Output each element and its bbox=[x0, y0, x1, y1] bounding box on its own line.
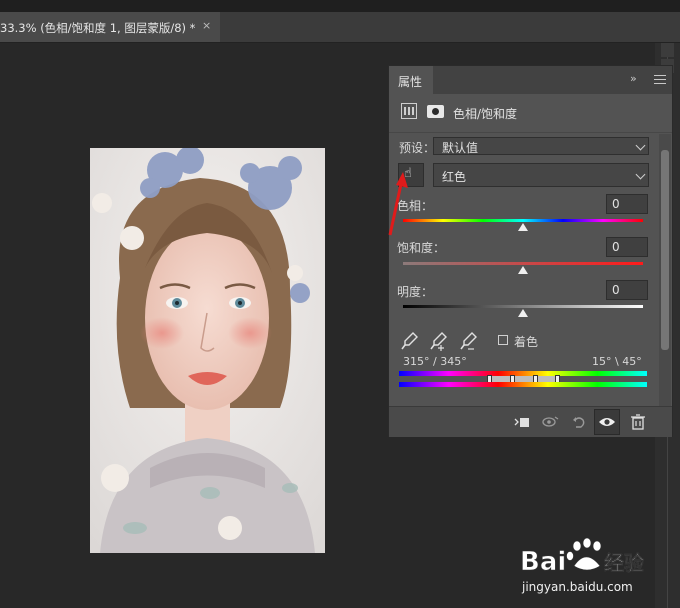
panel-scrollbar[interactable] bbox=[659, 134, 671, 406]
colorize-label: 着色 bbox=[514, 335, 539, 349]
paw-icon bbox=[566, 537, 602, 571]
saturation-input[interactable]: 0 bbox=[606, 237, 648, 257]
visibility-toggle[interactable] bbox=[594, 409, 620, 435]
lightness-slider-track[interactable] bbox=[403, 305, 643, 308]
eyedropper-icon[interactable] bbox=[401, 331, 419, 351]
watermark-brand: Bai bbox=[520, 547, 566, 577]
adjustment-layer-icon[interactable] bbox=[401, 103, 417, 119]
collapse-panel-icon[interactable]: » bbox=[630, 72, 637, 85]
hue-label: 色相： bbox=[397, 199, 434, 213]
portrait-photo bbox=[90, 148, 325, 553]
document-tab[interactable]: 33.3% (色相/饱和度 1, 图层蒙版/8) * × bbox=[0, 12, 220, 42]
adjustment-header: 色相/饱和度 bbox=[389, 94, 672, 133]
visibility-eye-icon bbox=[599, 418, 615, 426]
reset-icon[interactable] bbox=[570, 413, 588, 431]
panel-menu-icon[interactable] bbox=[654, 75, 666, 87]
color-range-bar-bottom bbox=[399, 382, 647, 387]
hue-value: 0 bbox=[612, 197, 620, 211]
properties-panel: 属性 » 色相/饱和度 预设： 默认值 ☝ 红色 色相： 0 饱和度： 0 明度… bbox=[388, 65, 673, 437]
lightness-input[interactable]: 0 bbox=[606, 280, 648, 300]
colorize-checkbox[interactable] bbox=[498, 335, 508, 345]
saturation-label: 饱和度： bbox=[397, 241, 446, 255]
chevron-down-icon bbox=[635, 140, 646, 151]
targeted-adjustment-tool[interactable]: ☝ bbox=[398, 163, 424, 187]
scroll-button-top[interactable] bbox=[661, 43, 674, 57]
close-icon[interactable]: × bbox=[202, 19, 211, 32]
chevron-down-icon bbox=[635, 169, 646, 180]
saturation-slider-track[interactable] bbox=[403, 262, 643, 265]
document-image bbox=[90, 148, 325, 553]
watermark-url: jingyan.baidu.com bbox=[522, 580, 633, 594]
lightness-label: 明度： bbox=[397, 285, 434, 299]
hand-icon: ☝ bbox=[404, 166, 412, 181]
lightness-value: 0 bbox=[612, 283, 620, 297]
saturation-slider-thumb[interactable] bbox=[518, 266, 528, 274]
range-right-degrees: 15° \ 45° bbox=[592, 355, 642, 368]
tab-properties[interactable]: 属性 bbox=[389, 66, 433, 94]
hue-slider-thumb[interactable] bbox=[518, 223, 528, 231]
saturation-value: 0 bbox=[612, 240, 620, 254]
document-tab-bar: 33.3% (色相/饱和度 1, 图层蒙版/8) * × bbox=[0, 12, 680, 43]
panel-footer bbox=[389, 406, 672, 437]
document-tab-title: 33.3% (色相/饱和度 1, 图层蒙版/8) * bbox=[0, 21, 196, 35]
panel-tab-bar: 属性 » bbox=[389, 66, 672, 94]
hue-input[interactable]: 0 bbox=[606, 194, 648, 214]
channel-dropdown[interactable]: 红色 bbox=[433, 163, 649, 187]
eyedropper-subtract-icon[interactable] bbox=[460, 331, 478, 351]
channel-value: 红色 bbox=[442, 170, 467, 184]
top-strip bbox=[0, 0, 680, 12]
baidu-jingyan-watermark: Bai 经验 bbox=[520, 532, 650, 582]
preset-label: 预设： bbox=[399, 141, 436, 155]
panel-scroll-thumb[interactable] bbox=[661, 150, 669, 350]
view-previous-icon[interactable] bbox=[541, 413, 559, 431]
adjustment-title: 色相/饱和度 bbox=[453, 107, 518, 121]
preset-value: 默认值 bbox=[442, 141, 479, 155]
eyedropper-add-icon[interactable] bbox=[430, 331, 448, 351]
trash-icon[interactable] bbox=[629, 413, 647, 431]
tab-properties-label: 属性 bbox=[398, 75, 423, 89]
layer-mask-icon[interactable] bbox=[427, 105, 444, 118]
range-left-degrees: 315° / 345° bbox=[403, 355, 467, 368]
lightness-slider-thumb[interactable] bbox=[518, 309, 528, 317]
clip-to-layer-icon[interactable] bbox=[513, 413, 531, 431]
watermark-brand-cn: 经验 bbox=[604, 551, 644, 575]
preset-dropdown[interactable]: 默认值 bbox=[433, 137, 649, 155]
baidu-logo: Bai 经验 bbox=[520, 537, 644, 577]
hue-slider-track[interactable] bbox=[403, 219, 643, 222]
